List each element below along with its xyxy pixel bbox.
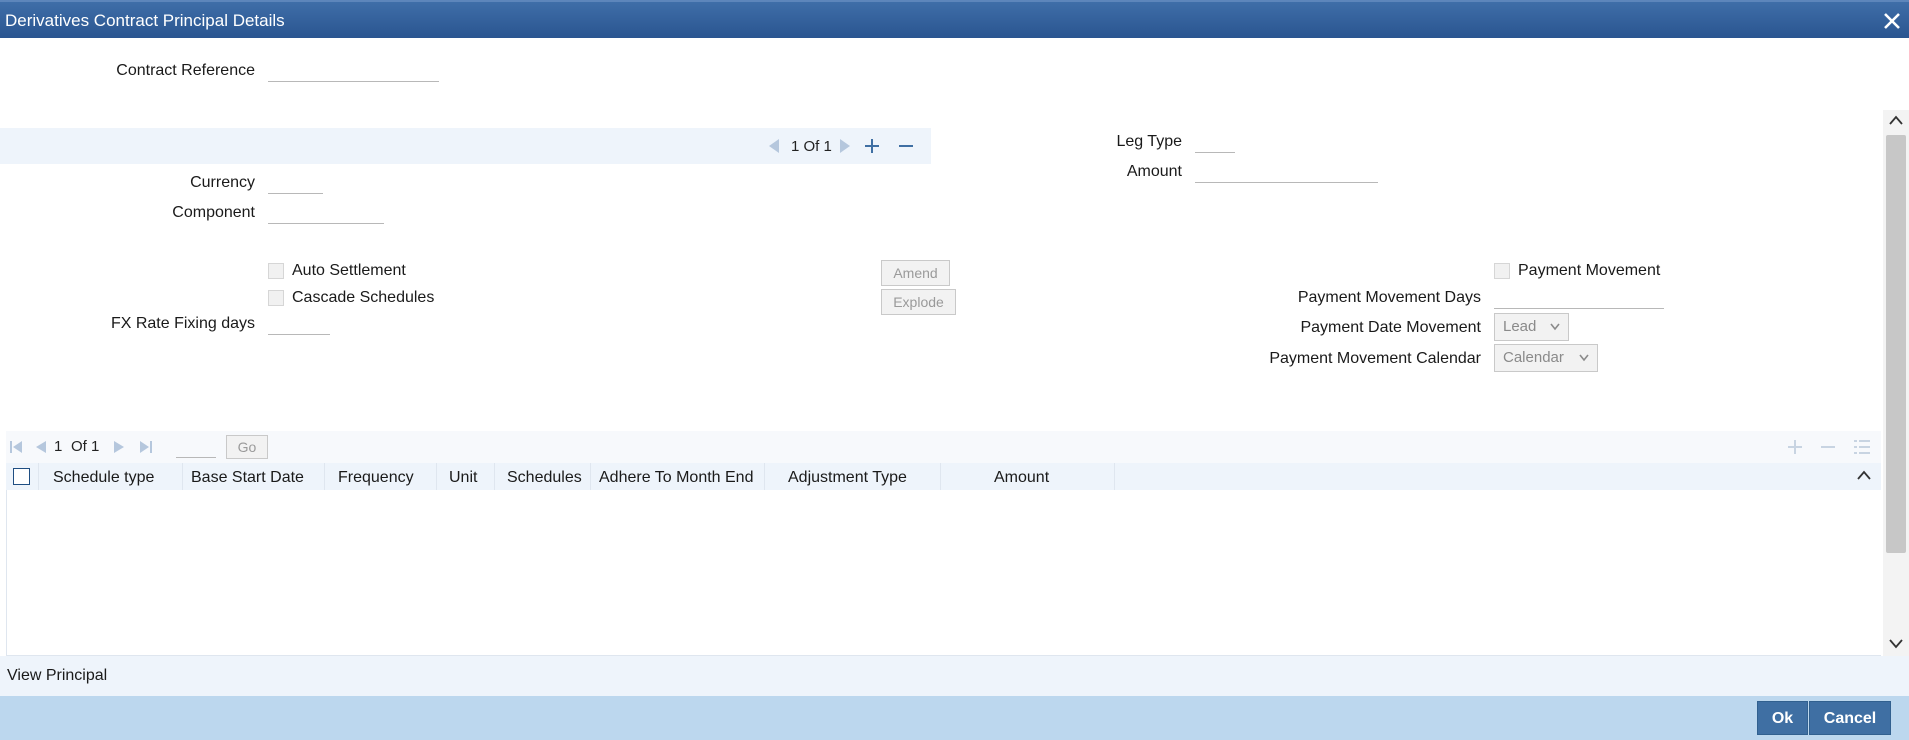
component-input[interactable] (268, 202, 384, 224)
schedule-grid-body (6, 490, 1881, 656)
amount-input[interactable] (1195, 161, 1378, 183)
remove-leg-icon[interactable] (898, 138, 914, 154)
title-bar: Derivatives Contract Principal Details (0, 0, 1909, 38)
payment-movement-calendar-value: Calendar (1503, 349, 1564, 366)
amend-button[interactable]: Amend (881, 260, 950, 286)
currency-label: Currency (190, 174, 255, 191)
leg-page-indicator: 1 Of 1 (791, 138, 832, 155)
close-icon[interactable] (1881, 10, 1903, 32)
payment-movement-label: Payment Movement (1518, 262, 1661, 279)
cancel-button[interactable]: Cancel (1809, 701, 1891, 735)
column-header-adjustment-type[interactable]: Adjustment Type (788, 469, 907, 487)
column-header-unit[interactable]: Unit (449, 469, 477, 487)
payment-movement-checkbox[interactable] (1494, 263, 1510, 279)
auto-settlement-label: Auto Settlement (292, 262, 406, 279)
grid-scroll-up-icon[interactable] (1857, 470, 1871, 480)
payment-movement-days-input[interactable] (1494, 287, 1664, 309)
scroll-up-icon[interactable] (1888, 114, 1904, 126)
grid-page-of: Of 1 (71, 438, 100, 455)
footer-bar: Ok Cancel (0, 696, 1909, 740)
column-header-frequency[interactable]: Frequency (338, 469, 414, 487)
payment-movement-calendar-select[interactable]: Calendar (1494, 344, 1598, 372)
next-page-icon[interactable] (114, 440, 126, 454)
cascade-schedules-checkbox[interactable] (268, 290, 284, 306)
chevron-down-icon (1550, 323, 1560, 331)
payment-date-movement-label: Payment Date Movement (1300, 319, 1481, 336)
chevron-down-icon (1579, 354, 1589, 362)
go-button[interactable]: Go (226, 435, 268, 459)
view-principal-row: View Principal (0, 656, 1909, 696)
next-leg-icon[interactable] (840, 139, 850, 153)
payment-movement-calendar-label: Payment Movement Calendar (1269, 350, 1481, 367)
delete-row-icon[interactable] (1821, 440, 1835, 454)
auto-settlement-checkbox[interactable] (268, 263, 284, 279)
scrollbar-thumb[interactable] (1886, 135, 1906, 553)
payment-date-movement-select[interactable]: Lead (1494, 313, 1569, 341)
previous-leg-icon[interactable] (769, 139, 779, 153)
column-header-adhere-to-month-end[interactable]: Adhere To Month End (599, 469, 753, 487)
cascade-schedules-label: Cascade Schedules (292, 289, 435, 306)
grid-page-input[interactable] (176, 436, 216, 458)
explode-button[interactable]: Explode (881, 289, 956, 315)
grid-pagination-bar: 1 Of 1 Go (6, 431, 1881, 463)
grid-page-current: 1 (54, 438, 63, 455)
last-page-icon[interactable] (140, 440, 152, 454)
column-header-base-start-date[interactable]: Base Start Date (191, 469, 304, 487)
column-divider (436, 463, 437, 490)
leg-type-label: Leg Type (1116, 133, 1182, 150)
ok-button[interactable]: Ok (1757, 701, 1808, 735)
leg-type-input[interactable] (1195, 131, 1235, 153)
select-all-checkbox[interactable] (13, 468, 30, 485)
payment-movement-days-label: Payment Movement Days (1297, 289, 1481, 306)
column-divider (764, 463, 765, 490)
contract-reference-label: Contract Reference (116, 62, 255, 79)
view-principal-link[interactable]: View Principal (7, 667, 107, 685)
column-divider (590, 463, 591, 490)
currency-input[interactable] (268, 172, 323, 194)
contract-reference-input[interactable] (268, 60, 439, 82)
add-leg-icon[interactable] (864, 138, 880, 154)
column-divider (494, 463, 495, 490)
scroll-down-icon[interactable] (1888, 638, 1904, 650)
fx-rate-fixing-days-label: FX Rate Fixing days (110, 315, 255, 332)
list-view-icon[interactable] (1854, 439, 1870, 455)
payment-date-movement-value: Lead (1503, 318, 1537, 335)
column-header-schedules[interactable]: Schedules (507, 469, 582, 487)
first-page-icon[interactable] (10, 440, 22, 454)
column-divider (324, 463, 325, 490)
column-header-amount[interactable]: Amount (994, 469, 1049, 487)
amount-label: Amount (1126, 163, 1182, 180)
column-divider (940, 463, 941, 490)
column-header-schedule-type[interactable]: Schedule type (53, 469, 154, 487)
fx-rate-fixing-days-input[interactable] (268, 313, 330, 335)
grid-header: Schedule type Base Start Date Frequency … (6, 463, 1881, 490)
window-title: Derivatives Contract Principal Details (5, 11, 285, 30)
add-row-icon[interactable] (1788, 440, 1802, 454)
component-label: Component (172, 204, 255, 221)
column-divider (182, 463, 183, 490)
previous-page-icon[interactable] (34, 440, 46, 454)
column-divider (38, 463, 39, 490)
column-divider (1114, 463, 1115, 490)
